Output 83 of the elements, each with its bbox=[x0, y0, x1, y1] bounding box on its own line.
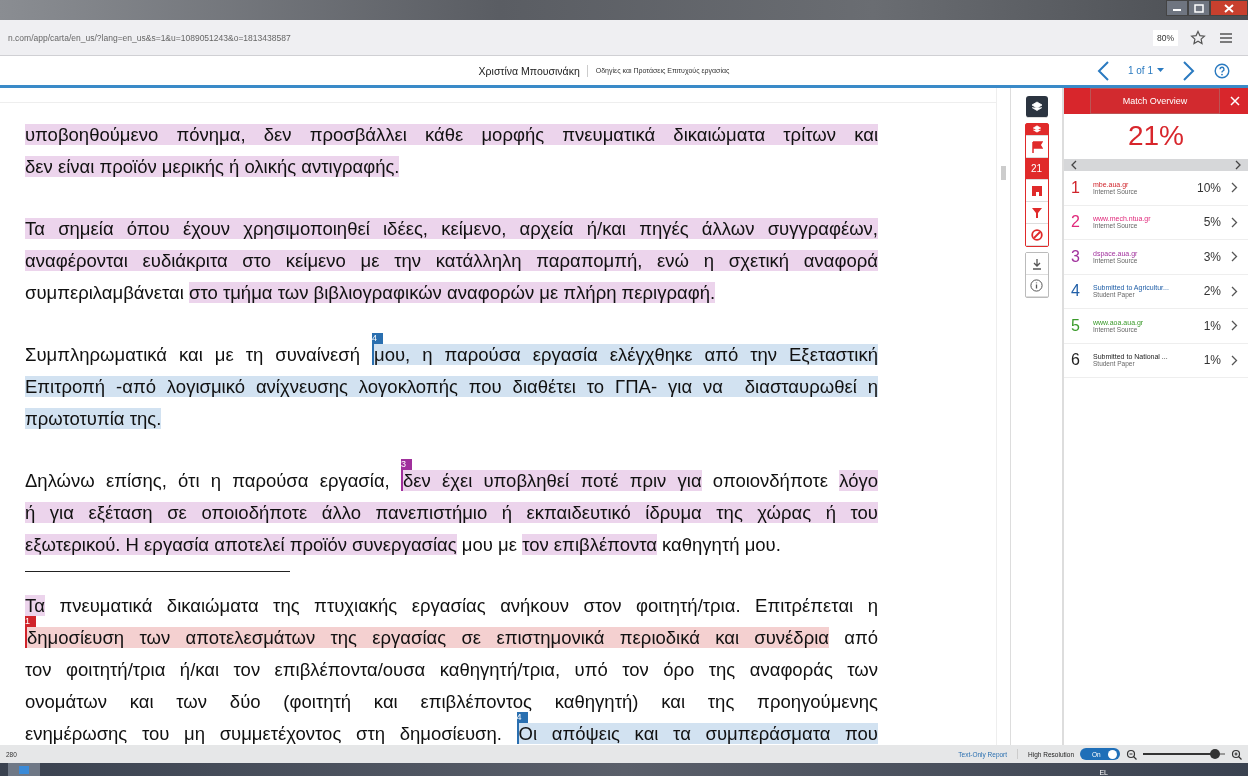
minimize-button[interactable] bbox=[1166, 0, 1188, 16]
match-marker[interactable]: 4 bbox=[372, 333, 384, 344]
page-selector[interactable]: 1 of 1 bbox=[1127, 65, 1164, 76]
source-percent: 1% bbox=[1203, 353, 1221, 368]
highlighted-text: αναφέρονται ευδιάκριτα στο κείμενο με την κατάλληλη παραπομπή, ενώ η σχετική αναφορά bbox=[25, 250, 878, 271]
source-percent: 1% bbox=[1203, 318, 1221, 333]
filter-icon[interactable] bbox=[1030, 206, 1043, 219]
source-number: 1 bbox=[1071, 178, 1081, 197]
paragraph-text: ενημέρωσης του μη συμμετέχοντος στη δημοσίευση. bbox=[25, 723, 503, 744]
highlighted-text: μου, η παρούσα εργασία ελέγχθηκε από την Εξεταστική bbox=[372, 344, 878, 365]
source-percent: 3% bbox=[1203, 249, 1221, 264]
highlighted-text: πρωτοτυπία της. bbox=[25, 408, 162, 429]
flag-icon[interactable] bbox=[1030, 140, 1043, 153]
author-name: Χριστίνα Μπουσινάκη bbox=[478, 64, 588, 77]
slider-thumb[interactable] bbox=[1210, 749, 1221, 759]
chevron-icon[interactable] bbox=[1231, 182, 1238, 194]
info-icon[interactable] bbox=[1030, 279, 1043, 292]
paragraph-text: οποιονδήποτε bbox=[711, 470, 829, 491]
download-icon[interactable] bbox=[1030, 257, 1043, 270]
source-number: 6 bbox=[1071, 351, 1081, 370]
scrollbar-thumb[interactable] bbox=[1001, 166, 1006, 180]
highlighted-text: Τα bbox=[25, 595, 45, 616]
highlighted-text: Τα σημεία όπου έχουν χρησιμοποιηθεί ιδέες, κείμενο, αρχεία ή/και πηγές άλλων συγγραφέων, bbox=[25, 218, 878, 239]
match-marker[interactable]: 3 bbox=[400, 459, 412, 470]
source-percent: 2% bbox=[1203, 284, 1221, 299]
chevron-icon[interactable] bbox=[1231, 216, 1238, 228]
chevron-icon[interactable] bbox=[1231, 320, 1238, 332]
restore-icon[interactable] bbox=[1194, 3, 1204, 13]
start-button[interactable] bbox=[8, 763, 40, 776]
paragraph-text: συμπεριλαμβάνεται bbox=[25, 282, 185, 303]
help-icon[interactable] bbox=[1214, 62, 1230, 79]
source-number: 3 bbox=[1071, 247, 1081, 266]
highlighted-text: δημοσίευση των αποτελεσμάτων της εργασίας σε επιστημονικά περιοδικά και συνέδρια bbox=[25, 627, 829, 648]
highlighted-text: εξωτερικού. Η εργασία αποτελεί προϊόν συνεργασίας bbox=[25, 534, 457, 555]
paragraph-text: Συμπληρωματικά και με τη συναίνεσή bbox=[25, 344, 362, 365]
zoom-in-icon[interactable] bbox=[1231, 748, 1242, 760]
paragraph-text: τον φοιτητή/τρια ή/και τον επιβλέποντα/ουσα καθηγητή/τρια, υπό τον όρο της αναφοράς των bbox=[25, 659, 878, 680]
highlighted-text: Επιτροπή -από λογισμικό ανίχνευσης λογοκλοπής που διαθέτει το ΓΠΑ- για να διασταυρωθεί η bbox=[25, 376, 878, 397]
scroll-right-icon[interactable] bbox=[1234, 160, 1242, 170]
previous-icon[interactable] bbox=[1095, 59, 1110, 82]
highlighted-text: τον επιβλέποντα bbox=[522, 534, 657, 555]
close-icon[interactable] bbox=[1224, 3, 1234, 13]
paragraph-text: καθηγητή μου. bbox=[661, 534, 781, 555]
chevron-icon[interactable] bbox=[1231, 251, 1238, 263]
next-icon[interactable] bbox=[1182, 59, 1196, 82]
chevron-icon[interactable] bbox=[1231, 285, 1238, 297]
paragraph-text: Δηλώνω επίσης, ότι η παρούσα εργασία, bbox=[25, 470, 391, 491]
highlighted-text: δεν είναι προϊόν μερικής ή ολικής αντιγραφής. bbox=[25, 156, 400, 177]
zoom-level[interactable]: 80% bbox=[1153, 29, 1178, 46]
address-field[interactable]: n.com/app/carta/en_us/?lang=en_us&s=1&u=1089051243&o=1813438587 bbox=[8, 32, 1141, 43]
source-number: 5 bbox=[1071, 316, 1081, 335]
paragraph-text: μου με bbox=[460, 534, 518, 555]
match-marker[interactable]: 1 bbox=[25, 616, 36, 627]
caret-icon[interactable] bbox=[1157, 68, 1164, 73]
exclude-icon[interactable] bbox=[1030, 228, 1043, 241]
close-icon[interactable] bbox=[1230, 96, 1240, 106]
paragraph-text: από bbox=[843, 627, 878, 648]
paragraph-text: ονομάτων και των δύο (φοιτητή και επιβλέποντος καθηγητή) και της προηγούμενης bbox=[25, 691, 878, 712]
similarity-score: 21% bbox=[1126, 119, 1185, 153]
source-percent: 5% bbox=[1203, 215, 1221, 230]
highlighted-text: στο τμήμα των βιβλιογραφικών αναφορών με πλήρη περιγραφή. bbox=[189, 282, 716, 303]
chevron-icon[interactable] bbox=[1231, 354, 1238, 366]
highlighted-text: υποβοηθούμενο πόνημα, δεν προσβάλλει κάθε μορφής πνευματικά δικαιώματα τρίτων και bbox=[25, 124, 878, 145]
download-button[interactable] bbox=[1025, 253, 1048, 275]
layers-icon[interactable] bbox=[1030, 100, 1043, 113]
similarity-button[interactable]: 21 bbox=[1025, 158, 1048, 180]
star-icon[interactable] bbox=[1190, 29, 1206, 46]
source-percent: 10% bbox=[1196, 180, 1221, 195]
highlighted-text: Οι απόψεις και τα συμπεράσματα που bbox=[516, 723, 878, 744]
scroll-left-icon[interactable] bbox=[1070, 160, 1078, 170]
highlighted-text: δεν έχει υποβληθεί ποτέ πριν για bbox=[400, 470, 702, 491]
source-number: 2 bbox=[1071, 213, 1081, 232]
paragraph-text: πνευματικά δικαιώματα της πτυχιακής εργασίας ανήκουν στον φοιτητή/τρια. Επιτρέπεται η bbox=[58, 595, 878, 616]
source-number: 4 bbox=[1071, 282, 1081, 301]
close-button[interactable] bbox=[1210, 0, 1248, 16]
layers-button[interactable] bbox=[1025, 96, 1048, 118]
menu-icon[interactable] bbox=[1218, 30, 1234, 45]
zoom-out-icon[interactable] bbox=[1126, 748, 1137, 760]
match-marker[interactable]: 4 bbox=[516, 712, 528, 723]
highlighted-text: ή για εξέταση σε οποιοδήποτε άλλο πανεπιστήμιο ή εκπαιδευτικό ίδρυμα της χώρας ή του bbox=[25, 502, 878, 523]
restore-button[interactable] bbox=[1188, 0, 1210, 16]
highlighted-text: λόγο bbox=[839, 470, 878, 491]
panel-title: Match Overview bbox=[1090, 88, 1220, 114]
